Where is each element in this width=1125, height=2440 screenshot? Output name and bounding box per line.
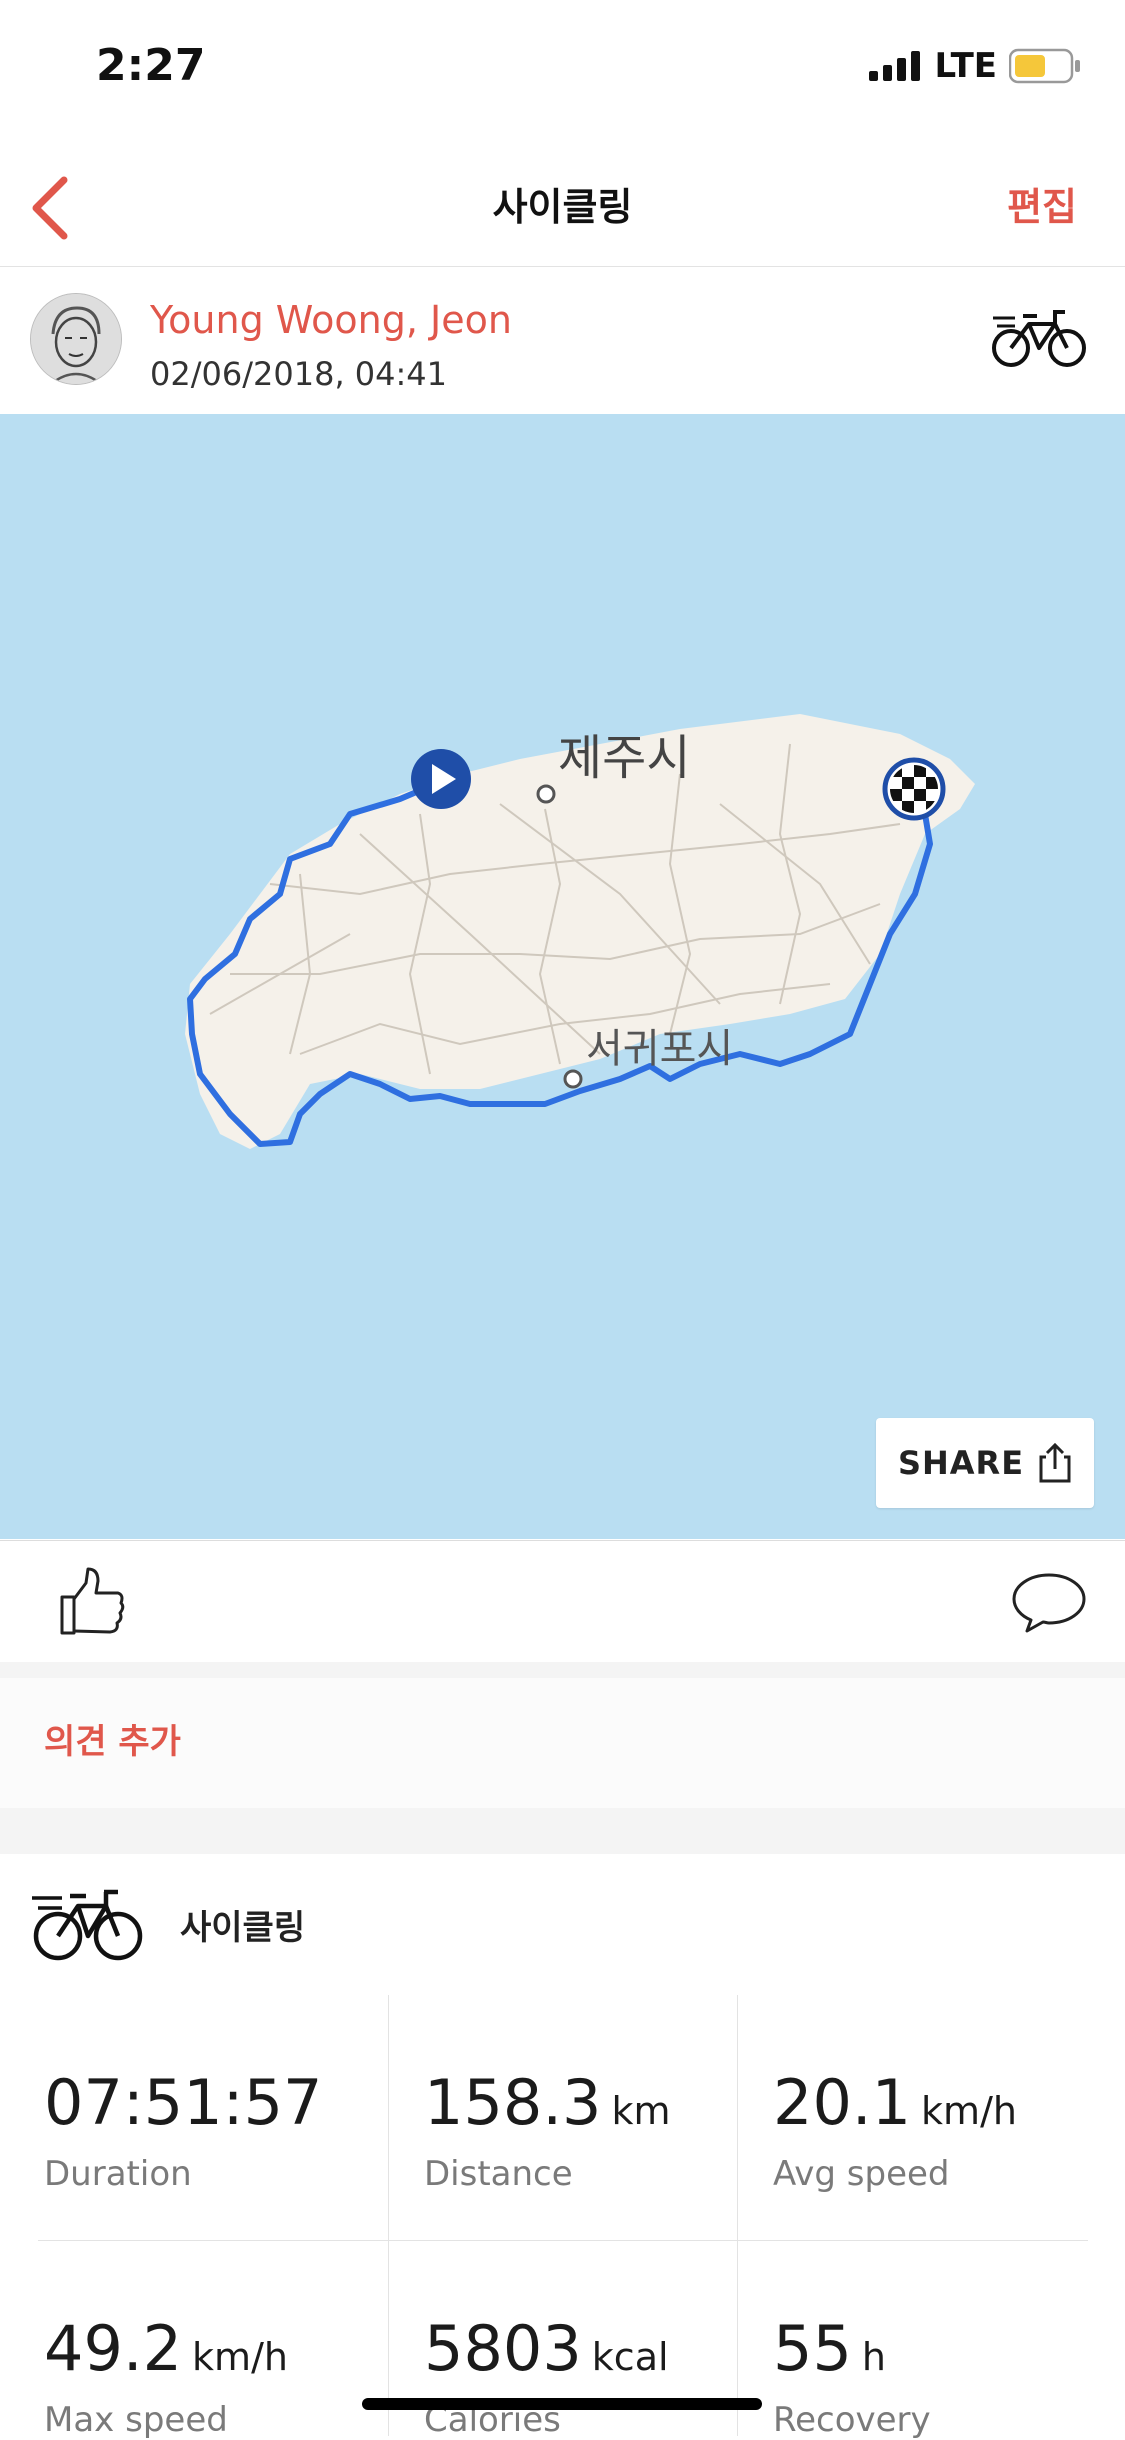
activity-title: 사이클링 xyxy=(180,1908,306,1948)
city-marker-south xyxy=(563,1069,583,1089)
bicycle-icon xyxy=(992,310,1086,367)
stat-duration-value: 07:51:57 xyxy=(44,2066,323,2139)
navigation-bar: 사이클링 편집 xyxy=(0,150,1125,267)
network-label: LTE xyxy=(934,46,997,86)
stat-avg-speed-label: Avg speed xyxy=(773,2154,950,2194)
grid-divider xyxy=(38,2240,1088,2241)
city-marker-north xyxy=(536,784,556,804)
home-indicator[interactable] xyxy=(362,2398,762,2410)
stat-recovery-value: 55 h xyxy=(773,2312,886,2385)
stat-recovery-label: Recovery xyxy=(773,2400,931,2440)
route-map[interactable]: 제주시 서귀포시 xyxy=(0,414,1125,1539)
comment-icon[interactable] xyxy=(1011,1571,1087,1633)
play-icon xyxy=(411,749,471,809)
checkered-flag-icon xyxy=(882,757,946,821)
city-label-south: 서귀포시 xyxy=(586,1026,733,1072)
status-indicators: LTE xyxy=(868,44,1081,88)
stat-avg-speed-value: 20.1 km/h xyxy=(773,2066,1017,2139)
stat-distance-label: Distance xyxy=(424,2154,573,2194)
page-title: 사이클링 xyxy=(492,185,633,229)
thumbs-up-icon[interactable] xyxy=(58,1565,126,1637)
section-divider xyxy=(0,1808,1125,1854)
stat-calories-value: 5803 kcal xyxy=(424,2312,669,2385)
battery-icon xyxy=(1009,48,1080,84)
status-time: 2:27 xyxy=(96,40,206,91)
activity-date: 02/06/2018, 04:41 xyxy=(150,355,447,393)
share-label: SHARE xyxy=(897,1444,1025,1482)
bicycle-icon xyxy=(32,1889,143,1961)
city-label-north: 제주시 xyxy=(558,730,690,786)
share-icon xyxy=(1039,1443,1071,1483)
avatar[interactable] xyxy=(30,293,122,385)
user-name[interactable]: Young Woong, Jeon xyxy=(150,298,512,342)
add-comment-label[interactable]: 의견 추가 xyxy=(44,1714,181,1763)
share-button[interactable]: SHARE xyxy=(876,1418,1094,1508)
avatar-sketch xyxy=(31,294,121,384)
stat-distance-value: 158.3 km xyxy=(424,2066,671,2139)
stat-max-speed-label: Max speed xyxy=(44,2400,228,2440)
grid-divider xyxy=(737,1995,738,2436)
map-canvas: 제주시 서귀포시 xyxy=(185,714,975,1149)
actions-row xyxy=(0,1540,1125,1663)
stat-duration-label: Duration xyxy=(44,2154,192,2194)
signal-icon xyxy=(868,51,920,81)
section-divider xyxy=(0,1662,1125,1678)
stat-max-speed-value: 49.2 km/h xyxy=(44,2312,288,2385)
grid-divider xyxy=(388,1995,389,2436)
add-comment-row[interactable]: 의견 추가 xyxy=(0,1678,1125,1808)
edit-button[interactable]: 편집 xyxy=(1007,176,1077,231)
